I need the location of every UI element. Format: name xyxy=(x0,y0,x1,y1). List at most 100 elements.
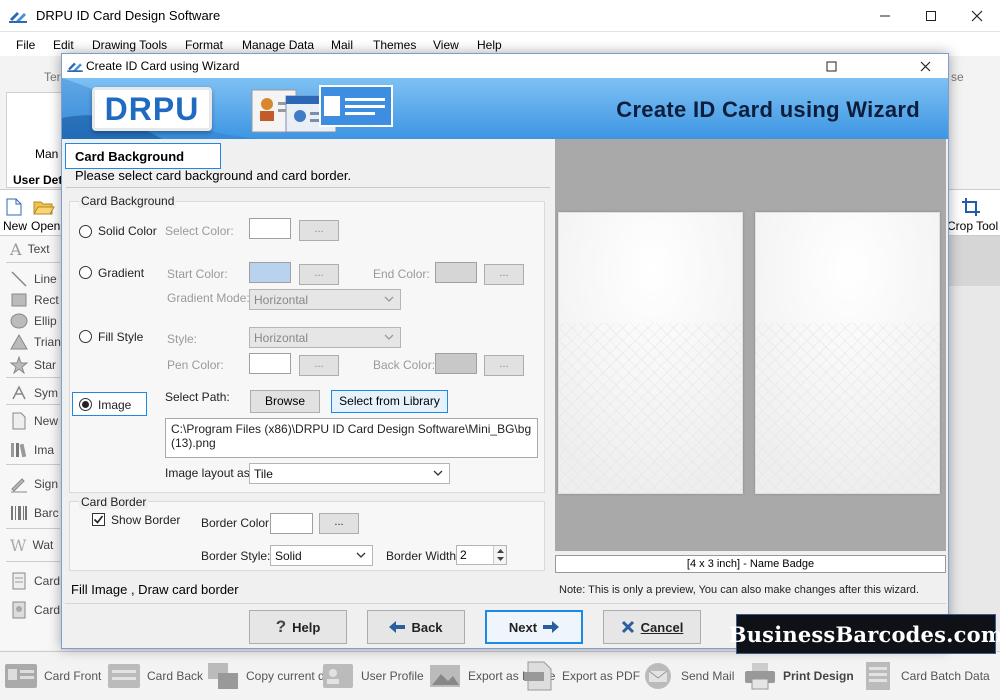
show-border-label[interactable]: Show Border xyxy=(111,513,180,527)
right-pane xyxy=(948,236,1000,650)
main-maximize-button[interactable] xyxy=(908,0,954,32)
help-button[interactable]: ? Help xyxy=(249,610,347,644)
main-close-button[interactable] xyxy=(954,0,1000,32)
gradient-radio[interactable] xyxy=(79,266,92,279)
close-icon xyxy=(920,61,930,71)
back-button[interactable]: Back xyxy=(367,610,465,644)
back-color-picker-button[interactable]: ... xyxy=(484,355,524,376)
solid-color-radio[interactable] xyxy=(79,225,92,238)
border-width-stepper[interactable]: 2 xyxy=(456,545,507,565)
card-front-button[interactable]: Card Front xyxy=(4,656,101,696)
back-color-swatch[interactable] xyxy=(435,353,477,374)
gradient-start-swatch[interactable] xyxy=(249,262,291,283)
sidebar-item-text[interactable]: A Text xyxy=(10,237,50,261)
solid-color-label[interactable]: Solid Color xyxy=(98,224,157,238)
sidebar-item-image-library[interactable]: Ima xyxy=(10,438,54,462)
menu-manage-data[interactable]: Manage Data xyxy=(242,38,314,52)
menu-format[interactable]: Format xyxy=(185,38,223,52)
sidebar-item-card-background[interactable]: Card xyxy=(10,598,60,622)
card-back-icon xyxy=(107,659,141,693)
border-style-select[interactable]: Solid xyxy=(270,545,373,566)
solid-color-picker-button[interactable]: ... xyxy=(299,220,339,241)
step-subtitle: Please select card background and card b… xyxy=(75,168,352,183)
border-color-swatch[interactable] xyxy=(270,513,313,534)
signature-icon xyxy=(11,478,27,493)
sidebar-divider xyxy=(6,262,60,263)
sidebar-item-card-properties[interactable]: Card xyxy=(10,569,60,593)
end-color-picker-button[interactable]: ... xyxy=(484,264,524,285)
toolbar-crop-tool-label[interactable]: Crop Tool xyxy=(947,219,999,233)
chevron-down-icon xyxy=(384,296,394,302)
menu-drawing-tools[interactable]: Drawing Tools xyxy=(92,38,167,52)
fill-style-label[interactable]: Fill Style xyxy=(98,330,143,344)
menu-themes[interactable]: Themes xyxy=(373,38,416,52)
sidebar-item-new-image[interactable]: New xyxy=(10,409,58,433)
browse-button[interactable]: Browse xyxy=(250,390,320,413)
banner-title: Create ID Card using Wizard xyxy=(616,97,920,122)
dialog-app-icon xyxy=(67,60,83,72)
show-border-checkbox[interactable] xyxy=(92,513,105,526)
sidebar-item-signature[interactable]: Sign xyxy=(10,472,58,496)
fill-style-select[interactable]: Horizontal xyxy=(249,327,401,348)
menu-edit[interactable]: Edit xyxy=(53,38,74,52)
main-minimize-button[interactable] xyxy=(862,0,908,32)
toolbar-open-label[interactable]: Open xyxy=(31,219,60,233)
status-text: Fill Image , Draw card border xyxy=(71,582,239,597)
sidebar-item-watermark[interactable]: W Wat xyxy=(10,533,53,557)
gradient-mode-select[interactable]: Horizontal xyxy=(249,289,401,310)
text-icon: A xyxy=(10,239,22,259)
print-design-button[interactable]: Print Design xyxy=(743,656,854,696)
user-profile-button[interactable]: User Profile xyxy=(321,656,424,696)
export-pdf-button[interactable]: Export as PDF xyxy=(522,656,640,696)
menu-view[interactable]: View xyxy=(433,38,459,52)
card-background-legend: Card Background xyxy=(79,194,177,208)
triangle-icon xyxy=(10,333,28,350)
sidebar-item-symbol[interactable]: Sym xyxy=(10,381,58,405)
pen-color-swatch[interactable] xyxy=(249,353,291,374)
dialog-maximize-button[interactable] xyxy=(809,54,853,78)
start-color-picker-button[interactable]: ... xyxy=(299,264,339,285)
dialog-close-button[interactable] xyxy=(903,54,947,78)
sidebar-item-triangle[interactable]: Trian xyxy=(10,330,61,354)
star-icon xyxy=(10,356,28,374)
preview-card-back-pattern xyxy=(756,213,939,493)
card-batch-data-button[interactable]: Card Batch Data xyxy=(861,656,990,696)
maximize-icon xyxy=(826,61,836,71)
wizard-banner: DRPU Create ID Card using Wizard xyxy=(62,78,948,139)
image-radio[interactable] xyxy=(79,398,92,411)
pen-color-picker-button[interactable]: ... xyxy=(299,355,339,376)
solid-color-swatch[interactable] xyxy=(249,218,291,239)
button-row-divider xyxy=(65,603,946,604)
border-color-picker-button[interactable]: ... xyxy=(319,513,359,534)
open-folder-icon[interactable] xyxy=(33,199,55,216)
sidebar-item-barcode[interactable]: Barc xyxy=(10,501,59,525)
arrow-right-icon xyxy=(543,621,560,633)
select-from-library-button[interactable]: Select from Library xyxy=(331,390,448,413)
sidebar-item-star[interactable]: Star xyxy=(10,353,56,377)
menu-file[interactable]: File xyxy=(16,38,35,52)
watermark-icon: W xyxy=(10,535,27,555)
card-back-button[interactable]: Card Back xyxy=(107,656,203,696)
id-cards-illustration-icon xyxy=(250,84,395,136)
new-icon[interactable] xyxy=(6,198,22,216)
sidebar-divider xyxy=(6,528,60,529)
gradient-label[interactable]: Gradient xyxy=(98,266,144,280)
menu-mail[interactable]: Mail xyxy=(331,38,353,52)
stepper-arrows[interactable] xyxy=(493,546,506,564)
printer-icon xyxy=(743,659,777,693)
send-mail-button[interactable]: Send Mail xyxy=(641,656,734,696)
card-properties-icon xyxy=(12,572,26,590)
next-button[interactable]: Next xyxy=(485,610,583,644)
image-label[interactable]: Image xyxy=(98,398,131,412)
image-path-field[interactable]: C:\Program Files (x86)\DRPU ID Card Desi… xyxy=(165,418,538,458)
main-window-title: DRPU ID Card Design Software xyxy=(36,8,221,23)
gradient-end-swatch[interactable] xyxy=(435,262,477,283)
menu-help[interactable]: Help xyxy=(477,38,502,52)
fill-style-radio[interactable] xyxy=(79,330,92,343)
library-icon xyxy=(11,443,27,458)
image-layout-select[interactable]: Tile xyxy=(249,463,450,484)
ribbon-manage-label: Man xyxy=(35,147,59,161)
cancel-button[interactable]: Cancel xyxy=(603,610,701,644)
crop-icon[interactable] xyxy=(962,198,980,216)
toolbar-new-label[interactable]: New xyxy=(3,219,27,233)
